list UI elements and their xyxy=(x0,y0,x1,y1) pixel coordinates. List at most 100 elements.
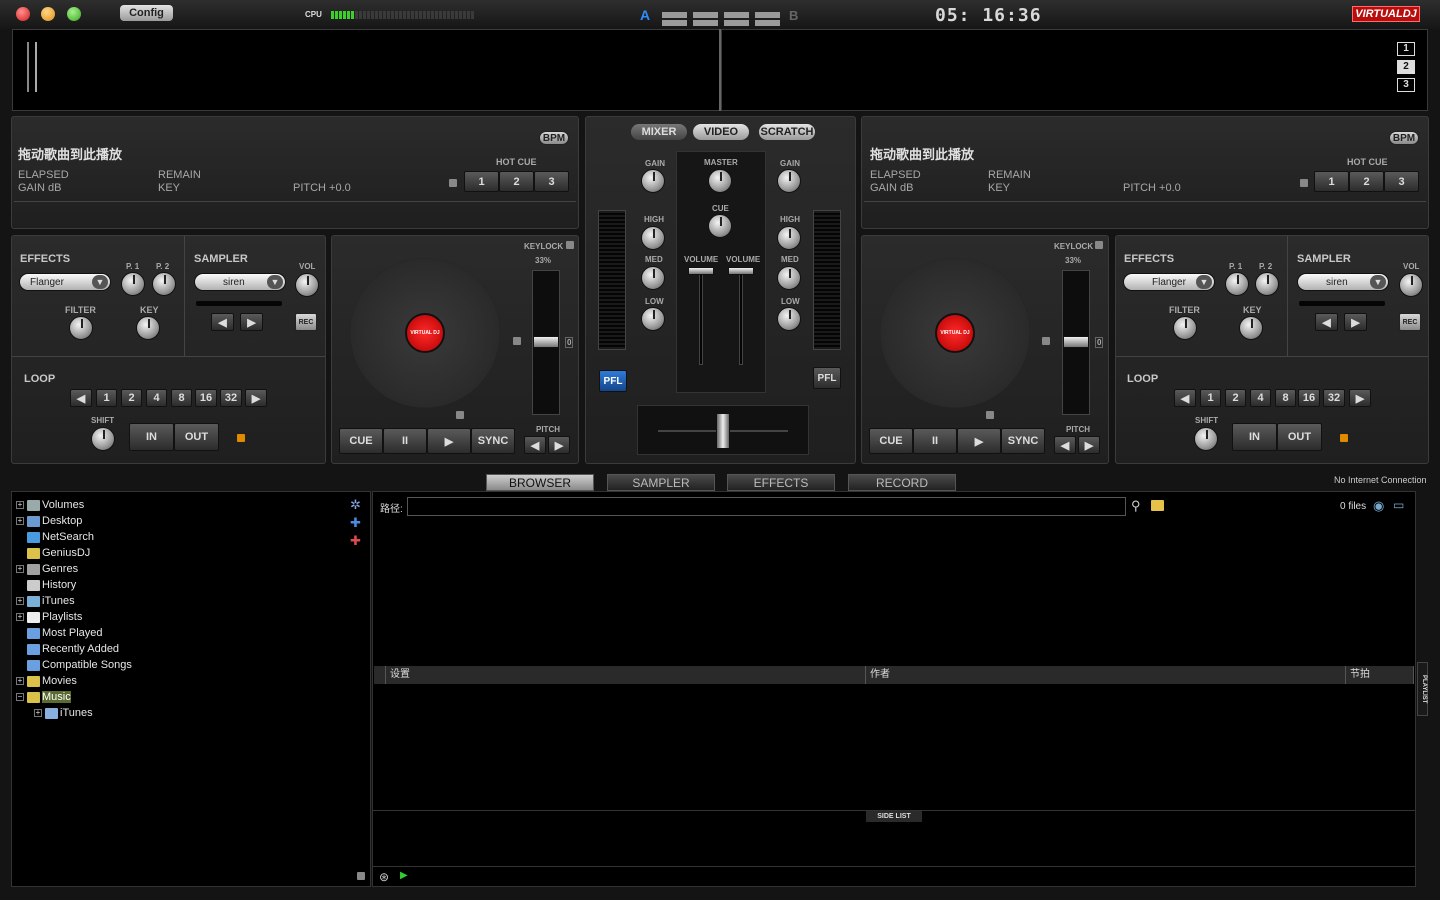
play-button[interactable]: ▶ xyxy=(957,428,1001,454)
side-list-tab[interactable]: SIDE LIST xyxy=(866,811,922,822)
expander-icon[interactable]: − xyxy=(16,693,24,701)
tree-item[interactable]: + Movies xyxy=(16,673,77,689)
pitch-bend-up-button[interactable]: ▶ xyxy=(1078,436,1100,454)
effect-p1-knob[interactable] xyxy=(1225,272,1249,296)
low-left-knob[interactable] xyxy=(641,307,665,331)
add-filter-icon[interactable]: ✚ xyxy=(350,515,361,531)
path-input[interactable] xyxy=(407,497,1126,516)
rec-button[interactable]: REC xyxy=(1399,313,1421,331)
tree-item[interactable]: GeniusDJ xyxy=(16,545,90,561)
shift-knob[interactable] xyxy=(91,427,115,451)
expander-icon[interactable]: + xyxy=(16,501,24,509)
sampler-vol-knob[interactable] xyxy=(1399,273,1423,297)
pitch-slider-handle[interactable] xyxy=(1063,336,1089,348)
sampler-select[interactable]: siren ▼ xyxy=(1297,273,1389,291)
effect-p2-knob[interactable] xyxy=(1255,272,1279,296)
screen-1-button[interactable]: 1 xyxy=(1397,42,1415,56)
tab-scratch[interactable]: SCRATCH xyxy=(759,124,815,140)
expander-icon[interactable] xyxy=(16,661,24,669)
play-button[interactable]: ▶ xyxy=(427,428,471,454)
tree-item[interactable]: + Genres xyxy=(16,561,78,577)
loop-1-button[interactable]: 1 xyxy=(96,389,117,407)
pitch-zero-button[interactable]: 0 xyxy=(1095,337,1104,348)
tab-browser[interactable]: BROWSER xyxy=(486,474,594,491)
tree-item[interactable]: + iTunes xyxy=(34,705,93,721)
monitor-icon[interactable]: ▭ xyxy=(1393,498,1404,512)
hot-cue-2-button[interactable]: 2 xyxy=(499,171,534,192)
loop-next-button[interactable]: ▶ xyxy=(1349,389,1371,407)
tree-item[interactable]: Most Played xyxy=(16,625,103,641)
sampler-vol-knob[interactable] xyxy=(295,273,319,297)
loop-in-button[interactable]: IN xyxy=(129,423,174,451)
sampler-prev-button[interactable]: ◀ xyxy=(211,313,234,331)
lock-icon[interactable] xyxy=(1300,179,1308,187)
add-playlist-icon[interactable]: ✚ xyxy=(350,533,361,549)
platter-lock-icon[interactable] xyxy=(456,411,464,419)
sync-button[interactable]: SYNC xyxy=(1001,428,1045,454)
folder-icon[interactable] xyxy=(1151,500,1164,511)
shift-knob[interactable] xyxy=(1194,427,1218,451)
tree-item[interactable]: NetSearch xyxy=(16,529,94,545)
add-folder-icon[interactable]: ✲ xyxy=(350,497,361,513)
waveform-left[interactable] xyxy=(12,29,720,111)
sampler-prev-button[interactable]: ◀ xyxy=(1315,313,1338,331)
med-left-knob[interactable] xyxy=(641,266,665,290)
lock-icon[interactable] xyxy=(449,179,457,187)
globe-icon[interactable]: ◉ xyxy=(1373,498,1384,514)
loop-16-button[interactable]: 16 xyxy=(195,389,217,407)
tab-record[interactable]: RECORD xyxy=(848,474,956,491)
pfl-right-button[interactable]: PFL xyxy=(813,367,841,389)
low-right-knob[interactable] xyxy=(777,307,801,331)
column-header-bpm[interactable]: 节拍 xyxy=(1346,666,1414,684)
expander-icon[interactable]: + xyxy=(16,597,24,605)
bpm-button[interactable]: BPM xyxy=(539,131,569,145)
platter-lock-icon[interactable] xyxy=(986,411,994,419)
expander-icon[interactable] xyxy=(16,645,24,653)
loop-4-button[interactable]: 4 xyxy=(1250,389,1271,407)
keylock-lock-icon[interactable] xyxy=(566,241,574,249)
tree-item[interactable]: + iTunes xyxy=(16,593,75,609)
expander-icon[interactable] xyxy=(16,629,24,637)
high-left-knob[interactable] xyxy=(641,226,665,250)
expander-icon[interactable]: + xyxy=(16,565,24,573)
master-knob[interactable] xyxy=(708,169,732,193)
tree-item[interactable]: + Volumes xyxy=(16,497,84,513)
screen-2-button[interactable]: 2 xyxy=(1397,60,1415,74)
med-right-knob[interactable] xyxy=(777,266,801,290)
loop-2-button[interactable]: 2 xyxy=(1225,389,1246,407)
crossfader-handle[interactable] xyxy=(716,413,730,449)
volume-left-fader[interactable] xyxy=(688,267,714,275)
loop-lock-icon[interactable] xyxy=(1340,434,1348,442)
platter-lock-icon[interactable] xyxy=(513,337,521,345)
expander-icon[interactable]: + xyxy=(16,517,24,525)
loop-1-button[interactable]: 1 xyxy=(1200,389,1221,407)
tree-item[interactable]: − Music xyxy=(16,689,71,705)
expander-icon[interactable] xyxy=(16,533,24,541)
cue-mix-knob[interactable] xyxy=(708,214,732,238)
screen-3-button[interactable]: 3 xyxy=(1397,78,1415,92)
pause-button[interactable]: II xyxy=(913,428,957,454)
loop-out-button[interactable]: OUT xyxy=(174,423,219,451)
effect-p2-knob[interactable] xyxy=(152,272,176,296)
hot-cue-3-button[interactable]: 3 xyxy=(1384,171,1419,192)
play-icon[interactable]: ▶ xyxy=(400,870,408,881)
hot-cue-1-button[interactable]: 1 xyxy=(1314,171,1349,192)
pitch-bend-down-button[interactable]: ◀ xyxy=(1054,436,1076,454)
pause-button[interactable]: II xyxy=(383,428,427,454)
tab-effects[interactable]: EFFECTS xyxy=(727,474,835,491)
sampler-next-button[interactable]: ▶ xyxy=(1344,313,1367,331)
loop-next-button[interactable]: ▶ xyxy=(245,389,267,407)
loop-prev-button[interactable]: ◀ xyxy=(1174,389,1196,407)
loop-4-button[interactable]: 4 xyxy=(146,389,167,407)
loop-32-button[interactable]: 32 xyxy=(1323,389,1345,407)
rec-button[interactable]: REC xyxy=(295,313,317,331)
playlist-side-tab[interactable]: PLAYLIST xyxy=(1417,662,1428,716)
loop-out-button[interactable]: OUT xyxy=(1277,423,1322,451)
tab-sampler[interactable]: SAMPLER xyxy=(607,474,715,491)
keylock-lock-icon[interactable] xyxy=(1095,241,1103,249)
tab-mixer[interactable]: MIXER xyxy=(631,124,687,140)
gain-right-knob[interactable] xyxy=(777,169,801,193)
tree-item[interactable]: Compatible Songs xyxy=(16,657,132,673)
volume-right-fader[interactable] xyxy=(728,267,754,275)
jog-wheel[interactable]: VIRTUAL DJ xyxy=(350,258,500,408)
